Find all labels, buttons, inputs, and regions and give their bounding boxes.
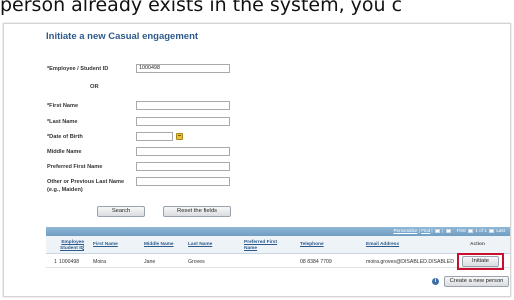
download-icon[interactable]	[445, 228, 451, 233]
cell-email: moira.groves@DISABLED.DISABLED	[366, 259, 455, 265]
other-last-name-label: Other or Previous Last Name	[47, 179, 125, 185]
cropped-caption-text: person already exists in the system, you…	[0, 0, 403, 16]
reset-fields-button[interactable]: Reset the fields	[163, 206, 231, 217]
range-text: 1 of 1	[475, 228, 487, 233]
calendar-icon[interactable]	[176, 133, 183, 140]
employee-id-input[interactable]: 1000498	[136, 64, 230, 73]
middle-name-label: Middle Name	[47, 149, 82, 155]
cell-telephone: 08 8384 7709	[300, 259, 332, 265]
grid-header: Employee / Student ID First Name Middle …	[46, 236, 510, 254]
preferred-first-name-label: Preferred First Name	[47, 164, 103, 170]
first-name-input[interactable]	[136, 101, 230, 110]
col-telephone[interactable]: Telephone	[300, 242, 324, 247]
last-name-input[interactable]	[136, 117, 230, 126]
middle-name-input[interactable]	[136, 147, 230, 156]
cell-first-name: Moira	[93, 259, 106, 265]
col-preferred-first-line2[interactable]: Name	[244, 246, 257, 251]
other-last-name-hint: (e.g., Maiden)	[47, 187, 83, 193]
col-middle-name[interactable]: Middle Name	[144, 242, 174, 247]
search-button[interactable]: Search	[97, 206, 145, 217]
cell-emp-id: 1000498	[59, 259, 80, 265]
dob-label: *Date of Birth	[47, 134, 83, 140]
first-link[interactable]: First	[457, 228, 466, 233]
last-link[interactable]: Last	[496, 228, 505, 233]
col-emp-id-line2[interactable]: Student ID	[60, 246, 84, 251]
prev-arrow-icon[interactable]	[467, 228, 473, 233]
page-title: Initiate a new Casual engagement	[46, 31, 199, 42]
other-last-name-input[interactable]	[136, 177, 230, 186]
col-preferred-first-line1[interactable]: Preferred First	[244, 240, 277, 245]
col-action: Action	[470, 242, 485, 247]
dob-input[interactable]	[136, 132, 173, 141]
grid-toolbar: Personalize | Find | | First 1 of 1 Last	[46, 227, 510, 236]
col-last-name[interactable]: Last Name	[188, 242, 212, 247]
cell-middle-name: Jane	[144, 259, 156, 265]
row-number: 1	[54, 259, 57, 265]
last-name-label: *Last Name	[47, 119, 78, 125]
col-first-name[interactable]: First Name	[93, 242, 118, 247]
view-all-icon[interactable]	[434, 228, 440, 233]
cell-last-name: Groves	[188, 259, 205, 265]
create-new-person-button[interactable]: Create a new person	[444, 276, 509, 287]
or-separator: OR	[90, 84, 99, 90]
first-name-label: *First Name	[47, 103, 79, 109]
employee-id-label: *Employee / Student ID	[47, 66, 109, 72]
preferred-first-name-input[interactable]	[136, 162, 230, 171]
info-icon[interactable]: i	[432, 278, 439, 285]
find-link[interactable]: Find	[421, 228, 430, 233]
table-row: 1 1000498 Moira Jane Groves 08 8384 7709…	[46, 255, 510, 268]
personalize-link[interactable]: Personalize	[393, 228, 417, 233]
col-email[interactable]: Email Address	[366, 242, 399, 247]
next-arrow-icon[interactable]	[489, 228, 495, 233]
initiate-highlight-box	[457, 253, 504, 270]
